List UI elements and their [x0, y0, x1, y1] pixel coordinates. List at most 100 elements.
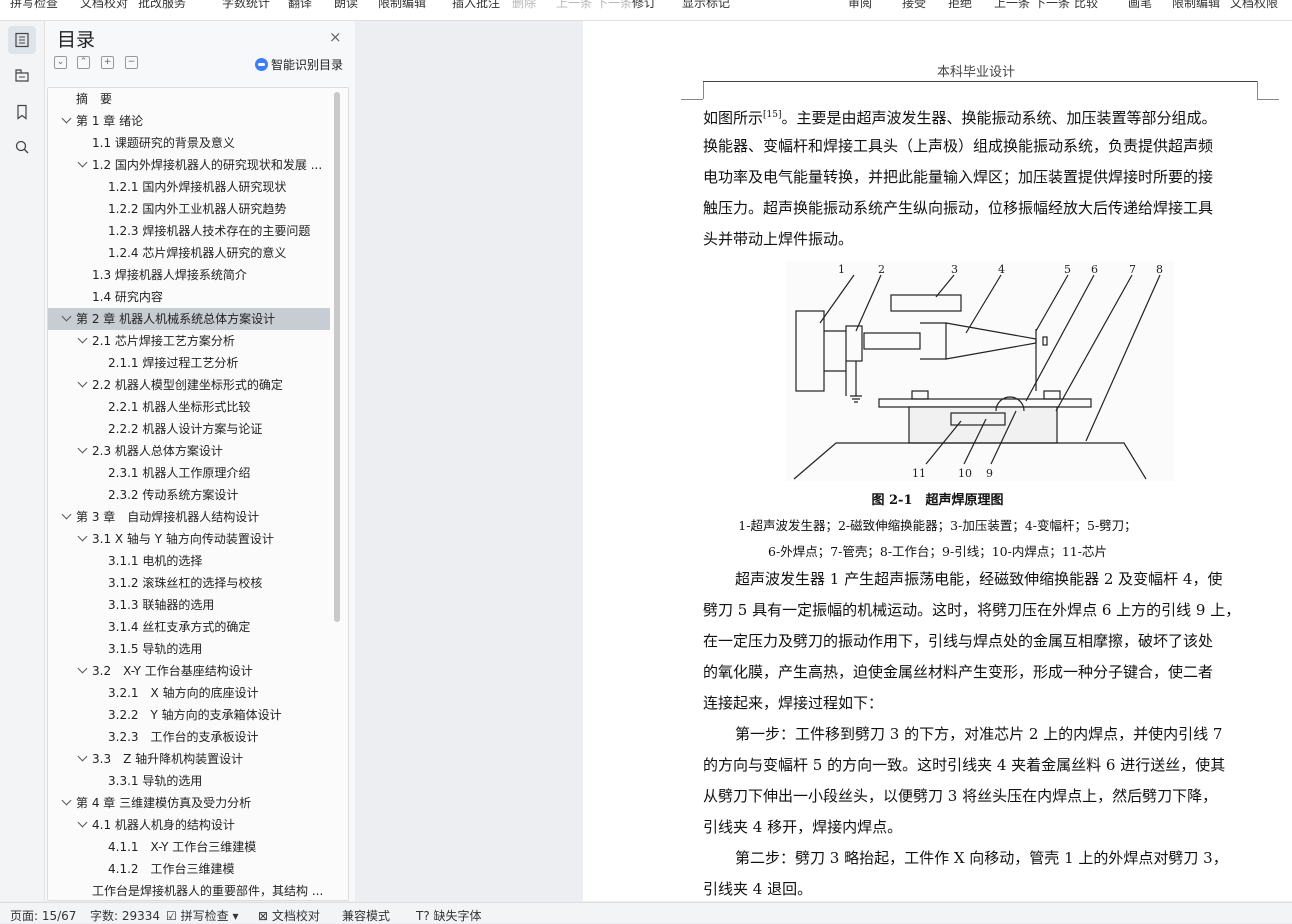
ribbon-toolbar: 拼写检查 文档校对 批改服务 字数统计 翻译 朗读 限制编辑 插入批注 删除 上…	[0, 0, 1292, 21]
toc-item[interactable]: 2.3.2 传动系统方案设计	[48, 484, 330, 506]
correction-service-button[interactable]: 批改服务	[138, 0, 186, 11]
fig-num-9: 9	[986, 467, 993, 480]
document-page[interactable]: 本科毕业设计 如图所示[15]。主要是由超声波发生器、换能振动系统、加压装置等部…	[583, 21, 1292, 901]
toc-item[interactable]: 3.1 X 轴与 Y 轴方向传动装置设计	[48, 528, 330, 550]
toc-item[interactable]: 第 1 章 绪论	[48, 110, 330, 132]
collapse-all-icon[interactable]: ⌃	[77, 56, 90, 69]
toc-item[interactable]: 1.2.2 国内外工业机器人研究趋势	[48, 198, 330, 220]
toc-item[interactable]: 1.2.1 国内外焊接机器人研究现状	[48, 176, 330, 198]
read-aloud-button[interactable]: 朗读	[334, 0, 358, 11]
close-icon[interactable]: ×	[329, 28, 342, 46]
accept-button[interactable]: 接受	[902, 0, 926, 11]
toc-item-label: 2.3.1 机器人工作原理介绍	[108, 466, 251, 480]
toc-item-label: 1.1 课题研究的背景及意义	[92, 136, 235, 150]
word-count-indicator[interactable]: 字数: 29334	[90, 907, 160, 924]
insert-comment-button[interactable]: 插入批注	[452, 0, 500, 11]
restrict-edit-button-2[interactable]: 限制编辑	[1172, 0, 1220, 11]
proofread-status-label: 文档校对	[271, 909, 320, 923]
toc-item[interactable]: 2.2.1 机器人坐标形式比较	[48, 396, 330, 418]
toc-item[interactable]: 1.2 国内外焊接机器人的研究现状和发展 ...	[48, 154, 330, 176]
toc-item[interactable]: 3.3.1 导轨的选用	[48, 770, 330, 792]
ultrasonic-welding-diagram: 1 2 3 4 5 6 7 8 11 10 9	[786, 261, 1174, 481]
search-rail-button[interactable]	[8, 133, 36, 161]
toc-rail-button[interactable]	[8, 26, 36, 54]
chevron-down-icon[interactable]	[61, 795, 72, 806]
spell-check-status[interactable]: ☑ 拼写检查 ▾	[166, 907, 238, 924]
toc-item[interactable]: 3.1.4 丝杠支承方式的确定	[48, 616, 330, 638]
toc-item[interactable]: 第 2 章 机器人机械系统总体方案设计	[48, 308, 330, 330]
add-heading-icon[interactable]: +	[101, 56, 114, 69]
toc-item[interactable]: 2.2 机器人模型创建坐标形式的确定	[48, 374, 330, 396]
toc-item[interactable]: 工作台是焊接机器人的重要部件，其结构 ...	[48, 880, 330, 900]
translate-button[interactable]: 翻译	[288, 0, 312, 11]
toc-item[interactable]: 1.1 课题研究的背景及意义	[48, 132, 330, 154]
toc-item-label: 4.1.1 X-Y 工作台三维建模	[108, 840, 257, 854]
toc-item[interactable]: 3.2.2 Y 轴方向的支承箱体设计	[48, 704, 330, 726]
chevron-down-icon[interactable]	[61, 509, 72, 520]
compare-button[interactable]: 比较	[1074, 0, 1098, 11]
prev-change-button[interactable]: 上一条	[994, 0, 1030, 11]
toc-item[interactable]: 4.1 机器人机身的结构设计	[48, 814, 330, 836]
toc-item[interactable]: 第 4 章 三维建模仿真及受力分析	[48, 792, 330, 814]
toc-item[interactable]: 摘 要	[48, 88, 330, 110]
next-change-button[interactable]: 下一条	[1034, 0, 1070, 11]
page-indicator[interactable]: 页面: 15/67	[10, 907, 76, 924]
expand-all-icon[interactable]: ⌄	[54, 56, 67, 69]
toc-item[interactable]: 2.3.1 机器人工作原理介绍	[48, 462, 330, 484]
chapter-nav-rail-button[interactable]	[8, 61, 36, 89]
review-button[interactable]: 审阅	[848, 0, 872, 11]
compat-mode-status[interactable]: 兼容模式	[342, 907, 390, 924]
toc-item[interactable]: 3.1.1 电机的选择	[48, 550, 330, 572]
toc-item[interactable]: 2.1.1 焊接过程工艺分析	[48, 352, 330, 374]
reject-button[interactable]: 拒绝	[948, 0, 972, 11]
toc-item[interactable]: 3.1.2 滚珠丝杠的选择与校核	[48, 572, 330, 594]
toc-item[interactable]: 1.4 研究内容	[48, 286, 330, 308]
chevron-down-icon[interactable]	[77, 751, 88, 762]
chevron-down-icon[interactable]	[77, 377, 88, 388]
toc-item[interactable]: 2.3 机器人总体方案设计	[48, 440, 330, 462]
toc-item[interactable]: 3.2 X-Y 工作台基座结构设计	[48, 660, 330, 682]
toc-item[interactable]: 4.1.2 工作台三维建模	[48, 858, 330, 880]
proofread-icon: ⊠	[258, 909, 269, 923]
toc-item[interactable]: 3.2.1 X 轴方向的底座设计	[48, 682, 330, 704]
status-bar: 页面: 15/67 字数: 29334 ☑ 拼写检查 ▾ ⊠ 文档校对 兼容模式…	[0, 902, 1292, 923]
chevron-down-icon[interactable]	[77, 663, 88, 674]
bookmark-rail-button[interactable]	[8, 98, 36, 126]
chevron-down-icon[interactable]	[61, 311, 72, 322]
toc-item[interactable]: 3.3 Z 轴升降机构装置设计	[48, 748, 330, 770]
chevron-down-icon[interactable]	[77, 157, 88, 168]
toc-item-label: 1.2.1 国内外焊接机器人研究现状	[108, 180, 287, 194]
chevron-down-icon[interactable]	[77, 333, 88, 344]
toc-item[interactable]: 2.2.2 机器人设计方案与论证	[48, 418, 330, 440]
chevron-down-icon[interactable]	[61, 113, 72, 124]
smart-toc-button[interactable]: 智能识别目录	[255, 56, 343, 73]
delete-comment-button[interactable]: 删除	[512, 0, 536, 11]
chevron-down-icon[interactable]	[77, 443, 88, 454]
toc-item[interactable]: 3.1.5 导轨的选用	[48, 638, 330, 660]
remove-heading-icon[interactable]: −	[125, 56, 138, 69]
toc-item[interactable]: 2.1 芯片焊接工艺方案分析	[48, 330, 330, 352]
chevron-down-icon[interactable]	[77, 531, 88, 542]
show-markup-button[interactable]: 显示标记	[682, 0, 730, 11]
toc-item[interactable]: 1.3 焊接机器人焊接系统简介	[48, 264, 330, 286]
toc-item[interactable]: 1.2.4 芯片焊接机器人研究的意义	[48, 242, 330, 264]
missing-font-status[interactable]: T? 缺失字体	[416, 907, 482, 924]
toc-item[interactable]: 1.2.3 焊接机器人技术存在的主要问题	[48, 220, 330, 242]
doc-permission-button[interactable]: 文档权限	[1230, 0, 1278, 11]
track-changes-button[interactable]: 修订	[632, 0, 656, 11]
restrict-edit-button[interactable]: 限制编辑	[378, 0, 426, 11]
toc-scrollbar[interactable]	[334, 92, 340, 622]
prev-comment-button[interactable]: 上一条	[556, 0, 592, 11]
next-comment-button[interactable]: 下一条	[596, 0, 632, 11]
document-proofread-button[interactable]: 文档校对	[80, 0, 128, 11]
toc-item[interactable]: 3.1.3 联轴器的选用	[48, 594, 330, 616]
toc-item[interactable]: 3.2.3 工作台的支承板设计	[48, 726, 330, 748]
proofread-status[interactable]: ⊠ 文档校对	[258, 907, 320, 924]
toc-item[interactable]: 4.1.1 X-Y 工作台三维建模	[48, 836, 330, 858]
pen-button[interactable]: 画笔	[1128, 0, 1152, 11]
chevron-down-icon[interactable]	[77, 817, 88, 828]
spell-check-button[interactable]: 拼写检查	[10, 0, 58, 11]
chapter-nav-icon	[15, 69, 29, 82]
toc-item[interactable]: 第 3 章 自动焊接机器人结构设计	[48, 506, 330, 528]
word-count-button[interactable]: 字数统计	[222, 0, 270, 11]
